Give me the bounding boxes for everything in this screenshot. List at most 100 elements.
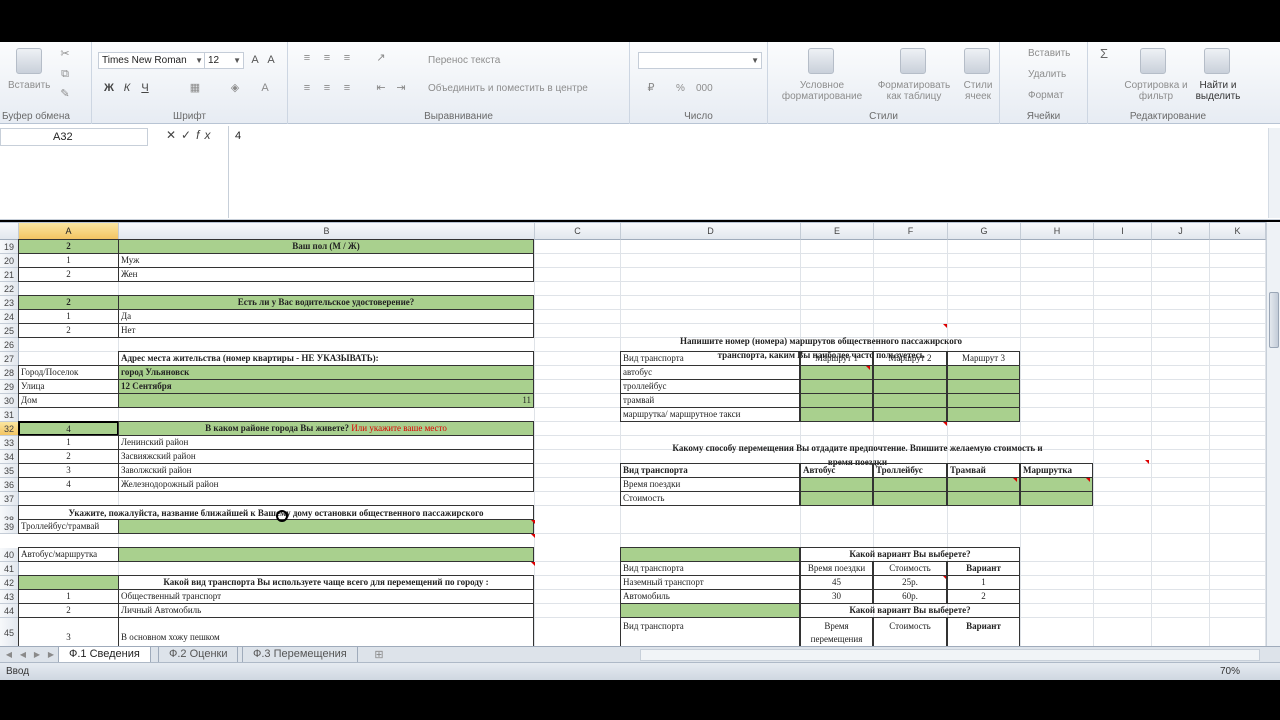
thousands-button[interactable]: 000 (696, 83, 713, 94)
row-header-26[interactable]: 26 (0, 338, 19, 352)
underline-button[interactable]: Ч (138, 82, 152, 94)
row-header-43[interactable]: 43 (0, 590, 19, 604)
row-header-19[interactable]: 19 (0, 240, 19, 254)
tab-nav-next-icon[interactable]: ▶ (30, 649, 44, 661)
horizontal-scrollbar[interactable] (640, 649, 1260, 661)
format-painter-icon[interactable]: ✎ (58, 88, 72, 100)
formula-input[interactable]: 4 (228, 126, 1268, 218)
sort-filter-icon[interactable] (1140, 48, 1166, 74)
sort-filter-button[interactable]: Сортировка и фильтр (1124, 80, 1188, 102)
row-header-33[interactable]: 33 (0, 436, 19, 450)
italic-button[interactable]: К (120, 82, 134, 94)
delete-cells-button[interactable]: Удалить (1028, 69, 1066, 80)
format-table-button[interactable]: Форматировать как таблицу (872, 80, 956, 102)
row-header-31[interactable]: 31 (0, 408, 19, 422)
row-header-39[interactable]: 39 (0, 520, 19, 534)
select-all-corner[interactable] (0, 223, 19, 240)
number-format-select[interactable]: ▼ (638, 52, 762, 69)
currency-icon[interactable]: ₽ (644, 82, 658, 94)
row-header-45[interactable]: 45 (0, 618, 19, 646)
column-header-b[interactable]: B (119, 223, 535, 240)
align-center-icon[interactable]: ≡ (320, 82, 334, 94)
name-box[interactable]: A32 (0, 128, 148, 146)
align-left-icon[interactable]: ≡ (300, 82, 314, 94)
align-right-icon[interactable]: ≡ (340, 82, 354, 94)
paste-button[interactable]: Вставить (8, 80, 50, 91)
fx-icon[interactable]: fx (196, 128, 215, 142)
row-header-44[interactable]: 44 (0, 604, 19, 618)
format-cells-button[interactable]: Формат (1028, 90, 1064, 101)
column-header-k[interactable]: K (1210, 223, 1266, 240)
row-header-30[interactable]: 30 (0, 394, 19, 408)
row-header-41[interactable]: 41 (0, 562, 19, 576)
column-header-d[interactable]: D (621, 223, 801, 240)
row-header-20[interactable]: 20 (0, 254, 19, 268)
column-header-h[interactable]: H (1021, 223, 1094, 240)
row-header-22[interactable]: 22 (0, 282, 19, 296)
cell-a32-selected[interactable]: 4 (18, 421, 119, 436)
column-header-c[interactable]: C (535, 223, 621, 240)
cell-styles-button[interactable]: Стили ячеек (958, 80, 998, 102)
zoom-level[interactable]: 70% (1220, 663, 1240, 681)
paste-icon[interactable] (16, 48, 42, 74)
row-header-21[interactable]: 21 (0, 268, 19, 282)
formula-buttons[interactable]: ✕✓fx (166, 128, 215, 142)
find-select-icon[interactable] (1204, 48, 1230, 74)
align-bottom-icon[interactable]: ≡ (340, 52, 354, 64)
tab-nav-prev-icon[interactable]: ◀ (16, 649, 30, 661)
indent-icon[interactable]: ⇤ (374, 82, 388, 94)
insert-cells-button[interactable]: Вставить (1028, 48, 1070, 59)
row-header-28[interactable]: 28 (0, 366, 19, 380)
column-header-i[interactable]: I (1094, 223, 1152, 240)
tab-f2[interactable]: Ф.2 Оценки (158, 647, 239, 663)
row-header-29[interactable]: 29 (0, 380, 19, 394)
wrap-text-button[interactable]: Перенос текста (428, 55, 500, 66)
grow-font-icon[interactable]: A (248, 54, 262, 66)
column-header-a[interactable]: A (19, 223, 119, 240)
merge-center-button[interactable]: Объединить и поместить в центре (428, 83, 588, 94)
row-header-40[interactable]: 40 (0, 548, 19, 562)
borders-icon[interactable]: ▦ (188, 82, 202, 94)
bold-button[interactable]: Ж (102, 82, 116, 94)
copy-icon[interactable]: ⧉ (58, 68, 72, 80)
row-header-34[interactable]: 34 (0, 450, 19, 464)
formula-scrollbar[interactable] (1268, 128, 1280, 218)
align-middle-icon[interactable]: ≡ (320, 52, 334, 64)
tab-f3[interactable]: Ф.3 Перемещения (242, 647, 358, 663)
font-color-icon[interactable]: A (258, 82, 272, 94)
column-header-g[interactable]: G (948, 223, 1021, 240)
align-top-icon[interactable]: ≡ (300, 52, 314, 64)
tab-nav-first-icon[interactable]: ◀ (2, 649, 16, 661)
orientation-icon[interactable]: ↗ (374, 52, 388, 64)
cell-styles-icon[interactable] (964, 48, 990, 74)
font-size-select[interactable]: 12 ▼ (204, 52, 244, 69)
row-header-37[interactable]: 37 (0, 492, 19, 506)
outdent-icon[interactable]: ⇥ (394, 82, 408, 94)
conditional-format-icon[interactable] (808, 48, 834, 74)
font-name-select[interactable]: Times New Roman ▼ (98, 52, 206, 69)
row-header-32[interactable]: 32 (0, 422, 19, 436)
column-header-j[interactable]: J (1152, 223, 1210, 240)
percent-button[interactable]: % (676, 83, 685, 94)
tab-nav-last-icon[interactable]: ▶ (44, 649, 58, 661)
cut-icon[interactable]: ✂ (58, 48, 72, 60)
row-header-24[interactable]: 24 (0, 310, 19, 324)
worksheet-grid[interactable]: A B C D E F G H I J K 19 20 21 22 23 24 25 26 27 28 29 30 31 32 3… (0, 222, 1266, 646)
fill-color-icon[interactable]: ◈ (228, 82, 242, 94)
new-sheet-icon[interactable]: ⊞ (372, 649, 386, 661)
row-header-35[interactable]: 35 (0, 464, 19, 478)
tab-f1[interactable]: Ф.1 Сведения (58, 647, 151, 663)
shrink-font-icon[interactable]: A (264, 54, 278, 66)
vertical-scrollbar[interactable] (1266, 222, 1280, 646)
row-header-27[interactable]: 27 (0, 352, 19, 366)
column-header-e[interactable]: E (801, 223, 874, 240)
row-header-42[interactable]: 42 (0, 576, 19, 590)
row-header-25[interactable]: 25 (0, 324, 19, 338)
row-header-23[interactable]: 23 (0, 296, 19, 310)
find-select-button[interactable]: Найти и выделить (1192, 80, 1244, 102)
row-header-36[interactable]: 36 (0, 478, 19, 492)
scroll-thumb[interactable] (1269, 292, 1279, 348)
autosum-icon[interactable]: Σ (1100, 46, 1108, 61)
format-table-icon[interactable] (900, 48, 926, 74)
conditional-format-button[interactable]: Условное форматирование (774, 80, 870, 102)
